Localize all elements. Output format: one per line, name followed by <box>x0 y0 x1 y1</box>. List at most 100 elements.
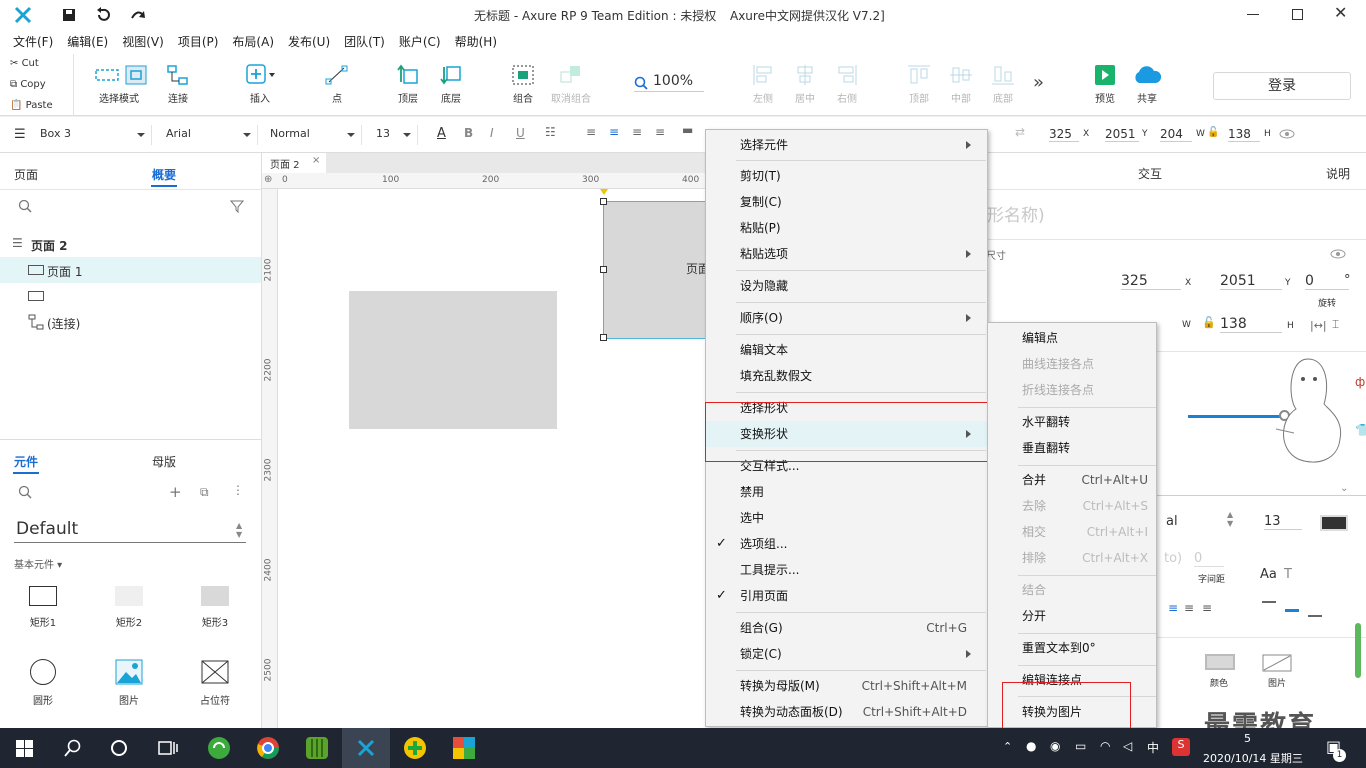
toolbar-overflow-icon[interactable]: » <box>1033 72 1044 93</box>
align-bottom-button[interactable]: 底部 <box>975 64 1031 105</box>
windows-start-icon[interactable] <box>16 740 33 757</box>
maximize-button[interactable] <box>1292 9 1303 20</box>
app-refresh-icon[interactable] <box>207 736 231 760</box>
widget-category[interactable]: 基本元件 ▾ <box>14 556 62 571</box>
tray-user-icon[interactable]: ● <box>1026 739 1036 753</box>
widget-rect1[interactable]: 矩形1 <box>14 583 72 629</box>
scrollbar-thumb[interactable] <box>1355 623 1361 678</box>
tray-battery-icon[interactable]: ▭ <box>1075 739 1086 753</box>
menu-item-selected[interactable]: 选中 <box>706 505 987 531</box>
tray-wifi-icon[interactable]: ◠ <box>1100 739 1110 753</box>
outline-item-box[interactable] <box>0 283 261 309</box>
menu-item-edit-text[interactable]: 编辑文本 <box>706 337 987 363</box>
text-align-center-icon[interactable]: ≡ <box>609 125 619 139</box>
font-family-select[interactable]: Arial <box>160 125 258 145</box>
tab-notes[interactable]: 说明 <box>1326 165 1350 182</box>
text-justify-icon[interactable]: ≡ <box>655 125 665 139</box>
menu-item-convert-dynamic-panel[interactable]: 转换为动态面板(D) Ctrl+Shift+Alt+D <box>706 699 987 725</box>
send-to-back-button[interactable]: 底层 <box>423 64 479 105</box>
valign-top-icon[interactable] <box>1262 601 1276 603</box>
page-tab[interactable]: 页面 2 × <box>262 153 326 173</box>
submenu-flip-vertical[interactable]: 垂直翻转 <box>988 435 1156 461</box>
search-icon[interactable] <box>64 739 82 757</box>
menu-item-order[interactable]: 顺序(O) <box>706 305 987 331</box>
menu-project[interactable]: 项目(P) <box>171 30 226 54</box>
menu-item-reference-page[interactable]: ✓ 引用页面 <box>706 583 987 609</box>
menu-item-convert-master[interactable]: 转换为母版(M) Ctrl+Shift+Alt+M <box>706 673 987 699</box>
widget-circle[interactable]: 圆形 <box>14 656 72 707</box>
resize-handle[interactable] <box>600 266 607 273</box>
widget-image[interactable]: 图片 <box>100 656 158 707</box>
submenu-union[interactable]: 合并 Ctrl+Alt+U <box>988 467 1156 493</box>
menu-item-fill-lorem[interactable]: 填充乱数假文 <box>706 363 987 389</box>
element-select[interactable]: Box 3 <box>34 125 152 145</box>
y-field[interactable]: 2051 <box>1105 127 1139 142</box>
lock-ratio-icon[interactable]: 🔓 <box>1202 316 1216 329</box>
fill-image-icon[interactable] <box>1262 654 1292 672</box>
menu-help[interactable]: 帮助(H) <box>448 30 504 54</box>
menu-team[interactable]: 团队(T) <box>337 30 392 54</box>
chevron-updown-icon[interactable]: ▲ ▼ <box>1227 510 1233 528</box>
tab-pages[interactable]: 页面 <box>14 166 38 183</box>
bamboo-app-icon[interactable] <box>305 736 329 760</box>
rotate-handle-icon[interactable] <box>600 189 608 199</box>
menu-item-option-group[interactable]: ✓ 选项组... <box>706 531 987 557</box>
submenu-exclude[interactable]: 排除 Ctrl+Alt+X <box>988 545 1156 571</box>
axure-taskbar-item[interactable] <box>342 728 390 768</box>
swap-icon[interactable]: ⇄ <box>1015 125 1025 139</box>
outline-item-connector[interactable]: (连接) <box>0 309 261 335</box>
bold-icon[interactable]: B <box>464 126 473 140</box>
visibility-eye-icon[interactable] <box>1279 129 1295 139</box>
search-icon[interactable] <box>18 199 32 213</box>
menu-item-copy[interactable]: 复制(C) <box>706 189 987 215</box>
cut-button[interactable]: ✂ Cut <box>10 58 39 69</box>
submenu-flip-horizontal[interactable]: 水平翻转 <box>988 409 1156 435</box>
h-field[interactable]: 138 <box>1228 127 1260 142</box>
green-plus-app-icon[interactable] <box>403 736 427 760</box>
more-options-icon[interactable]: ⋮ <box>232 483 244 497</box>
text-align-right-icon[interactable]: ≡ <box>632 125 642 139</box>
y-field[interactable]: 2051 <box>1220 273 1282 290</box>
menu-item-lock[interactable]: 锁定(C) <box>706 641 987 667</box>
redo-icon[interactable] <box>130 8 146 22</box>
menu-item-paste-options[interactable]: 粘贴选项 <box>706 241 987 267</box>
widget-search-icon[interactable] <box>18 485 32 499</box>
font-style-select[interactable]: Normal <box>264 125 362 145</box>
resize-handle[interactable] <box>600 198 607 205</box>
text-align-center-icon[interactable]: ≡ <box>1168 601 1178 615</box>
login-button[interactable]: 登录 <box>1213 72 1351 100</box>
submenu-combine[interactable]: 结合 <box>988 577 1156 603</box>
align-right-button[interactable]: 右侧 <box>819 64 875 105</box>
font-size-select[interactable]: 13 <box>370 125 418 145</box>
bullet-list-icon[interactable]: ☷ <box>545 125 556 139</box>
ime-indicator[interactable]: 中 <box>1147 739 1159 756</box>
valign-middle-icon[interactable] <box>1285 609 1299 612</box>
library-select[interactable]: Default ▲ ▼ <box>14 517 246 543</box>
tab-outline[interactable]: 概要 <box>152 166 176 183</box>
tray-qq-icon[interactable]: ◉ <box>1050 739 1060 753</box>
menu-edit[interactable]: 编辑(E) <box>60 30 115 54</box>
submenu-polyline-points[interactable]: 折线连接各点 <box>988 377 1156 403</box>
minimize-button[interactable] <box>1247 14 1259 15</box>
font-size-field[interactable]: 13 <box>1264 514 1302 530</box>
italic-icon[interactable]: I <box>490 126 494 140</box>
close-tab-icon[interactable]: × <box>312 155 320 166</box>
menu-publish[interactable]: 发布(U) <box>281 30 337 54</box>
submenu-curve-points[interactable]: 曲线连接各点 <box>988 351 1156 377</box>
resize-handle[interactable] <box>600 334 607 341</box>
widget-rect3[interactable]: 矩形3 <box>186 583 244 629</box>
menu-view[interactable]: 视图(V) <box>115 30 171 54</box>
zoom-select[interactable]: 100% <box>634 72 704 92</box>
widget-rect2[interactable]: 矩形2 <box>100 583 158 629</box>
valign-bottom-icon[interactable] <box>1308 615 1322 617</box>
rotation-field[interactable]: 0 <box>1305 273 1349 290</box>
undo-icon[interactable] <box>95 7 111 23</box>
text-align-right-icon[interactable]: ≡ <box>1184 601 1194 615</box>
tab-interactions[interactable]: 交互 <box>1138 165 1162 182</box>
tray-volume-icon[interactable]: ◁ <box>1123 739 1132 753</box>
outline-item-box1[interactable]: 页面 1 <box>0 257 261 283</box>
paste-button[interactable]: 📋 Paste <box>10 100 53 111</box>
sogou-ime-icon[interactable]: S <box>1172 738 1190 756</box>
fit-height-icon[interactable]: ⌶ <box>1332 317 1339 332</box>
insert-button[interactable]: 插入 <box>232 64 288 105</box>
